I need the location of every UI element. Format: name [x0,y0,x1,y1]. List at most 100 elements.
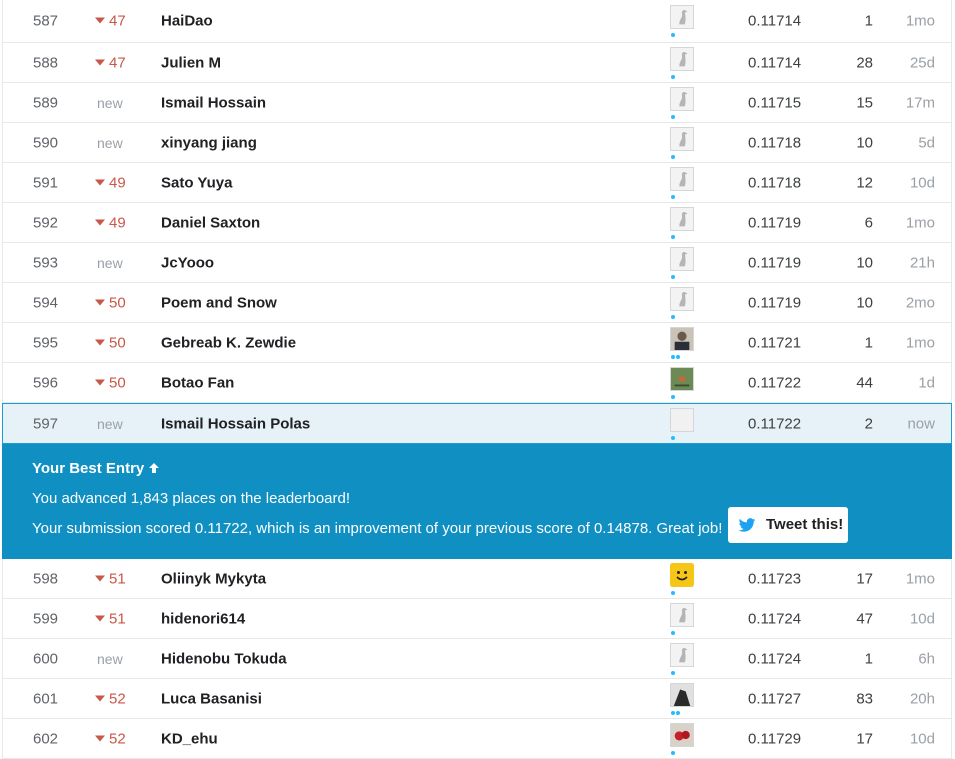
team-name[interactable]: Oliinyk Mykyta [161,570,266,587]
member-dot [676,354,680,359]
rank-change: new [97,415,123,432]
bird-photo-avatar[interactable] [670,366,696,399]
leaderboard-row[interactable]: 588 47 Julien M 0.11714 28 25d [2,43,952,83]
leaderboard-row[interactable]: 591 49 Sato Yuya 0.11718 12 10d [2,163,952,203]
leaderboard-row[interactable]: 595 50 Gebreab K. Zewdie 0.11721 1 1mo [2,323,952,363]
person-photo-icon [670,326,694,351]
team-name[interactable]: Ismail Hossain [161,94,266,111]
member-dot [671,274,675,279]
team-name[interactable]: Botao Fan [161,374,234,391]
default-goose-avatar[interactable] [670,5,696,37]
banner-advance-text: You advanced 1,843 places on the leaderb… [32,490,351,507]
goose-icon [670,286,694,311]
red-photo-avatar[interactable] [670,722,696,755]
score: 0.11719 [748,294,802,311]
score: 0.11719 [748,214,802,231]
team-name[interactable]: Gebreab K. Zewdie [161,334,296,351]
score: 0.11729 [748,730,802,747]
goose-icon [670,86,694,111]
score: 0.11724 [748,650,802,667]
rank: 597 [33,415,59,432]
score: 0.11719 [748,254,802,271]
rank-change: 52 [95,730,126,747]
default-goose-avatar[interactable] [670,286,696,319]
team-name[interactable]: KD_ehu [161,730,218,747]
your-team-row[interactable]: 597 new Ismail Hossain Polas 0.11722 2 n… [2,403,952,444]
rank: 589 [33,94,59,111]
leaderboard-row[interactable]: 590 new xinyang jiang 0.11718 10 5d [2,123,952,163]
leaderboard-row[interactable]: 599 51 hidenori614 0.11724 47 10d [2,599,952,639]
leaderboard-row[interactable]: 593 new JcYooo 0.11719 10 21h [2,243,952,283]
team-name[interactable]: HaiDao [161,13,213,30]
default-goose-avatar[interactable] [670,86,696,119]
caret-down-icon [95,379,105,386]
member-dot [671,194,675,199]
member-dot [671,234,675,239]
default-goose-avatar[interactable] [670,602,696,635]
rank-change: 50 [95,294,126,311]
default-goose-avatar[interactable] [670,166,696,199]
team-name[interactable]: Poem and Snow [161,294,277,311]
default-goose-avatar[interactable] [670,407,696,440]
score: 0.11723 [748,570,802,587]
entries: 44 [856,374,873,391]
smiley-icon [670,562,694,587]
rank: 587 [33,12,59,30]
smiley-avatar[interactable] [670,562,696,595]
leaderboard-rows-before: 587 47 HaiDao 0.11714 1 1mo 588 47 Julien M 0.117… [2,0,952,403]
last-submission: 10d [909,730,935,747]
default-goose-avatar[interactable] [670,246,696,279]
rank-change: new [97,254,123,271]
team-name[interactable]: Sato Yuya [161,174,232,191]
team-name[interactable]: JcYooo [161,254,214,271]
caret-down-icon [95,179,105,186]
default-goose-avatar[interactable] [670,46,696,79]
caret-down-icon [95,219,105,226]
rank: 598 [33,570,59,587]
entries: 12 [856,174,873,191]
leaderboard-row[interactable]: 592 49 Daniel Saxton 0.11719 6 1mo [2,203,952,243]
bw-photo-icon [670,682,694,707]
caret-down-icon [95,59,105,66]
entries: 1 [864,650,873,667]
rank: 591 [33,174,59,191]
leaderboard-row[interactable]: 594 50 Poem and Snow 0.11719 10 2mo [2,283,952,323]
team-name[interactable]: Hidenobu Tokuda [161,650,287,667]
team-name[interactable]: Julien M [161,54,221,71]
rank-change: new [97,94,123,111]
leaderboard-row[interactable]: 601 52 Luca Basanisi 0.11727 83 20h [2,679,952,719]
caret-down-icon [95,339,105,346]
default-goose-avatar[interactable] [670,126,696,159]
team-name[interactable]: Ismail Hossain Polas [161,415,310,432]
score: 0.11715 [748,94,802,111]
leaderboard-row[interactable]: 602 52 KD_ehu 0.11729 17 10d [2,719,952,759]
rank: 600 [33,650,59,667]
member-dot [671,710,675,715]
rank: 595 [33,334,59,351]
rank: 602 [33,730,59,747]
leaderboard-row[interactable]: 587 47 HaiDao 0.11714 1 1mo [2,0,952,43]
bw-photo-avatar[interactable] [670,682,696,715]
goose-icon [670,166,694,191]
leaderboard-row[interactable]: 600 new Hidenobu Tokuda 0.11724 1 6h [2,639,952,679]
leaderboard-row[interactable]: 589 new Ismail Hossain 0.11715 15 17m [2,83,952,123]
member-dot [671,590,675,595]
default-goose-avatar[interactable] [670,642,696,675]
goose-icon [670,407,694,432]
tweet-button[interactable]: Tweet this! [728,507,848,543]
leaderboard-row[interactable]: 596 50 Botao Fan 0.11722 44 1d [2,363,952,403]
entries: 83 [856,690,873,707]
member-dot [676,710,680,715]
member-dot [671,314,675,319]
last-submission: 5d [918,134,935,151]
last-submission: 21h [909,254,935,271]
member-dot [671,670,675,675]
team-name[interactable]: Daniel Saxton [161,214,260,231]
team-name[interactable]: hidenori614 [161,610,245,627]
default-goose-avatar[interactable] [670,206,696,239]
photo-avatar[interactable] [670,326,696,359]
score: 0.11718 [748,174,802,191]
team-name[interactable]: xinyang jiang [161,134,257,151]
team-name[interactable]: Luca Basanisi [161,690,262,707]
leaderboard-row[interactable]: 598 51 Oliinyk Mykyta 0.11723 17 1mo [2,559,952,599]
